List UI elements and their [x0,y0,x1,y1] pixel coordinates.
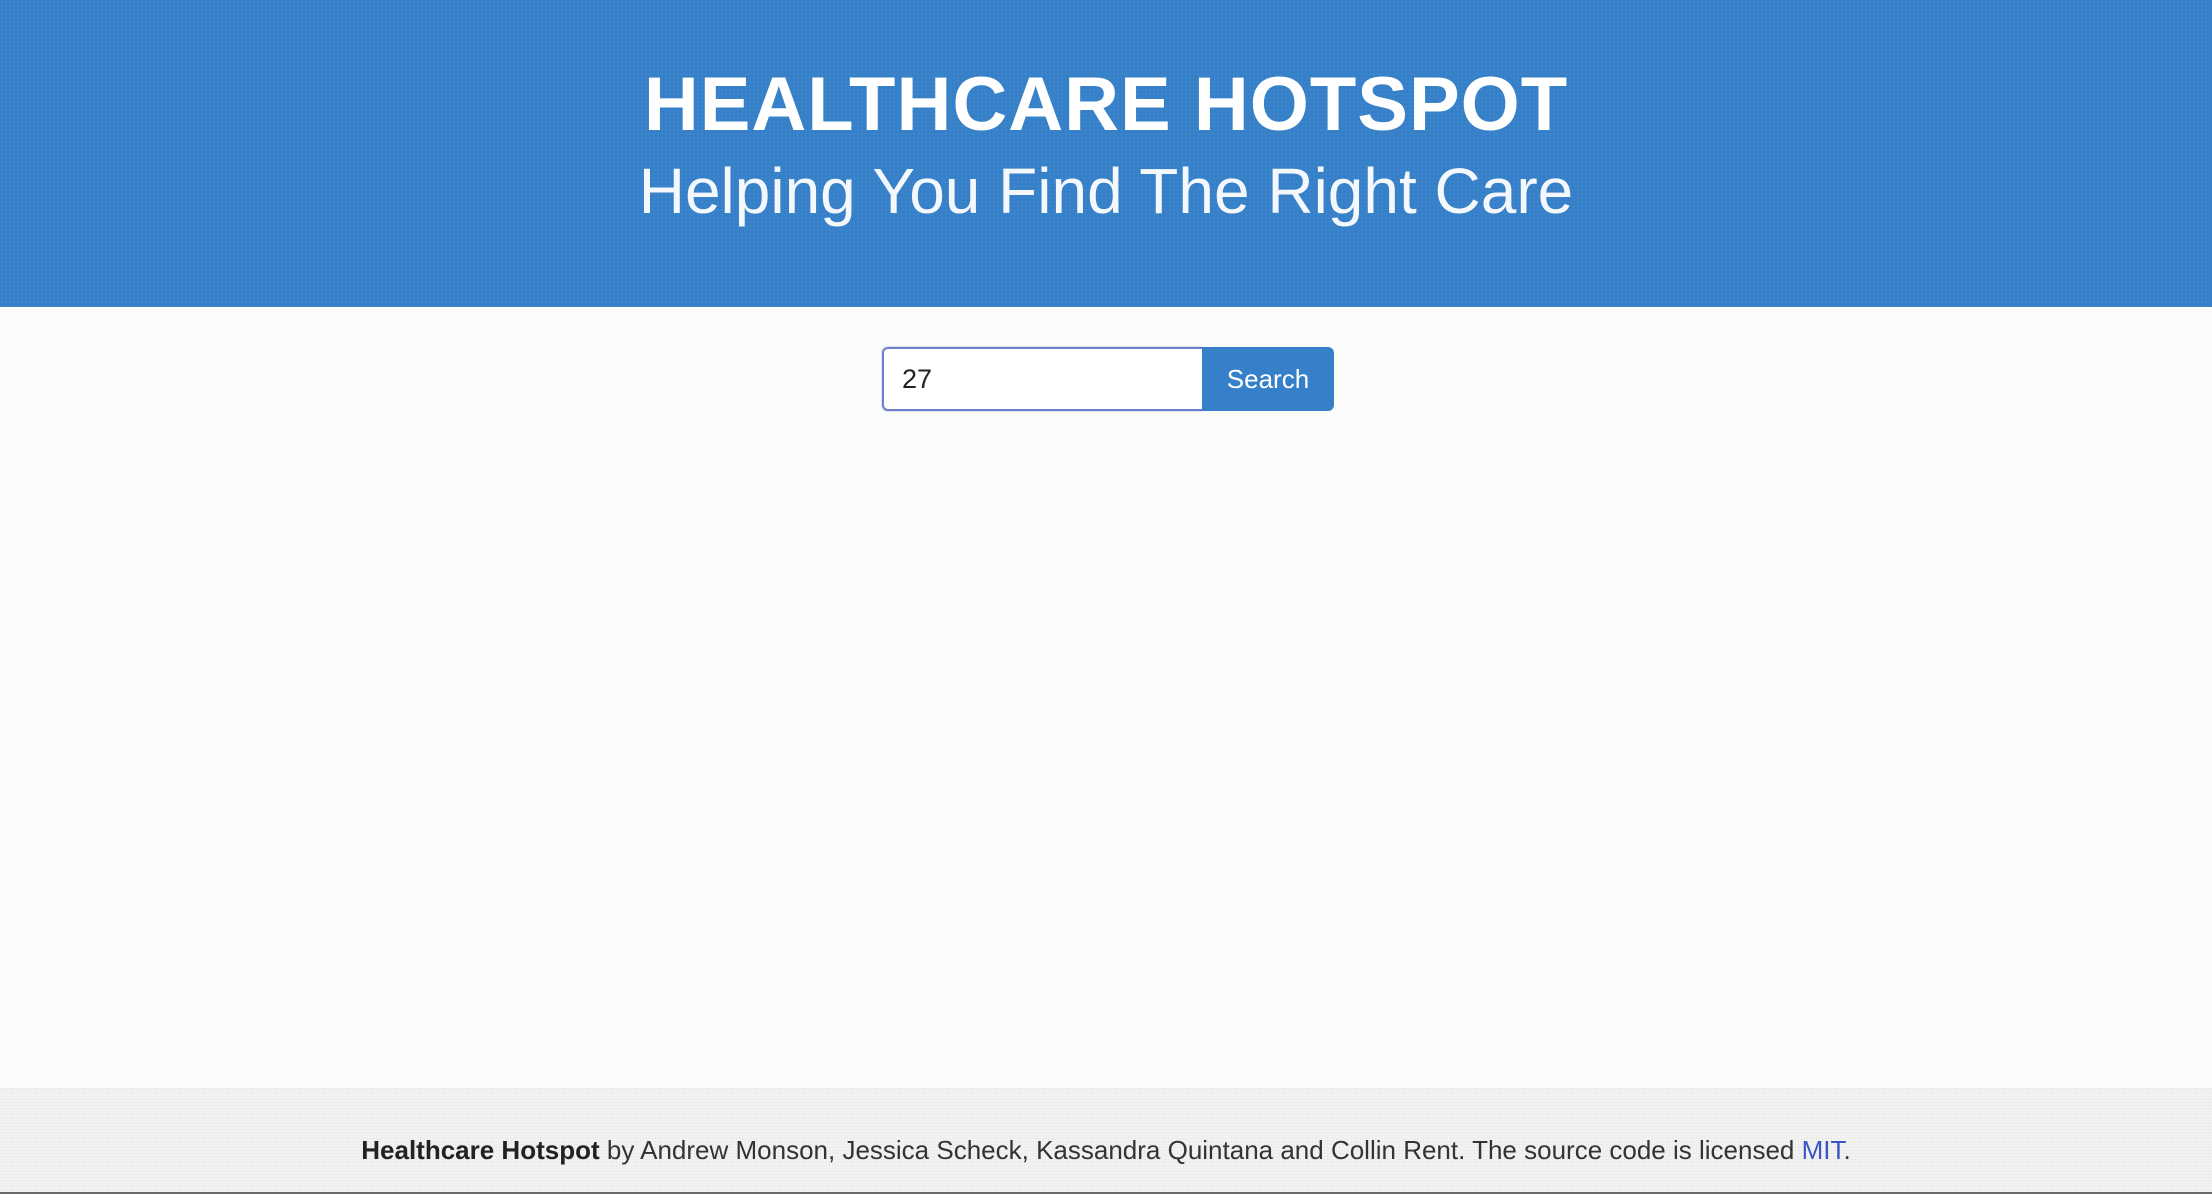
hero-banner: HEALTHCARE HOTSPOT Helping You Find The … [0,0,2212,307]
footer: Healthcare Hotspot by Andrew Monson, Jes… [0,1088,2212,1194]
search-button[interactable]: Search [1202,347,1334,411]
footer-brand: Healthcare Hotspot [361,1135,600,1165]
license-link[interactable]: MIT [1802,1135,1844,1165]
search-input[interactable] [882,347,1202,411]
footer-text: Healthcare Hotspot by Andrew Monson, Jes… [0,1133,2212,1167]
footer-credits: by Andrew Monson, Jessica Scheck, Kassan… [599,1135,1802,1165]
page-title: HEALTHCARE HOTSPOT [643,62,1569,147]
page: HEALTHCARE HOTSPOT Helping You Find The … [0,0,2212,1194]
page-subtitle: Helping You Find The Right Care [638,155,1574,227]
footer-period: . [1843,1135,1851,1165]
search-form: Search [882,347,1334,411]
